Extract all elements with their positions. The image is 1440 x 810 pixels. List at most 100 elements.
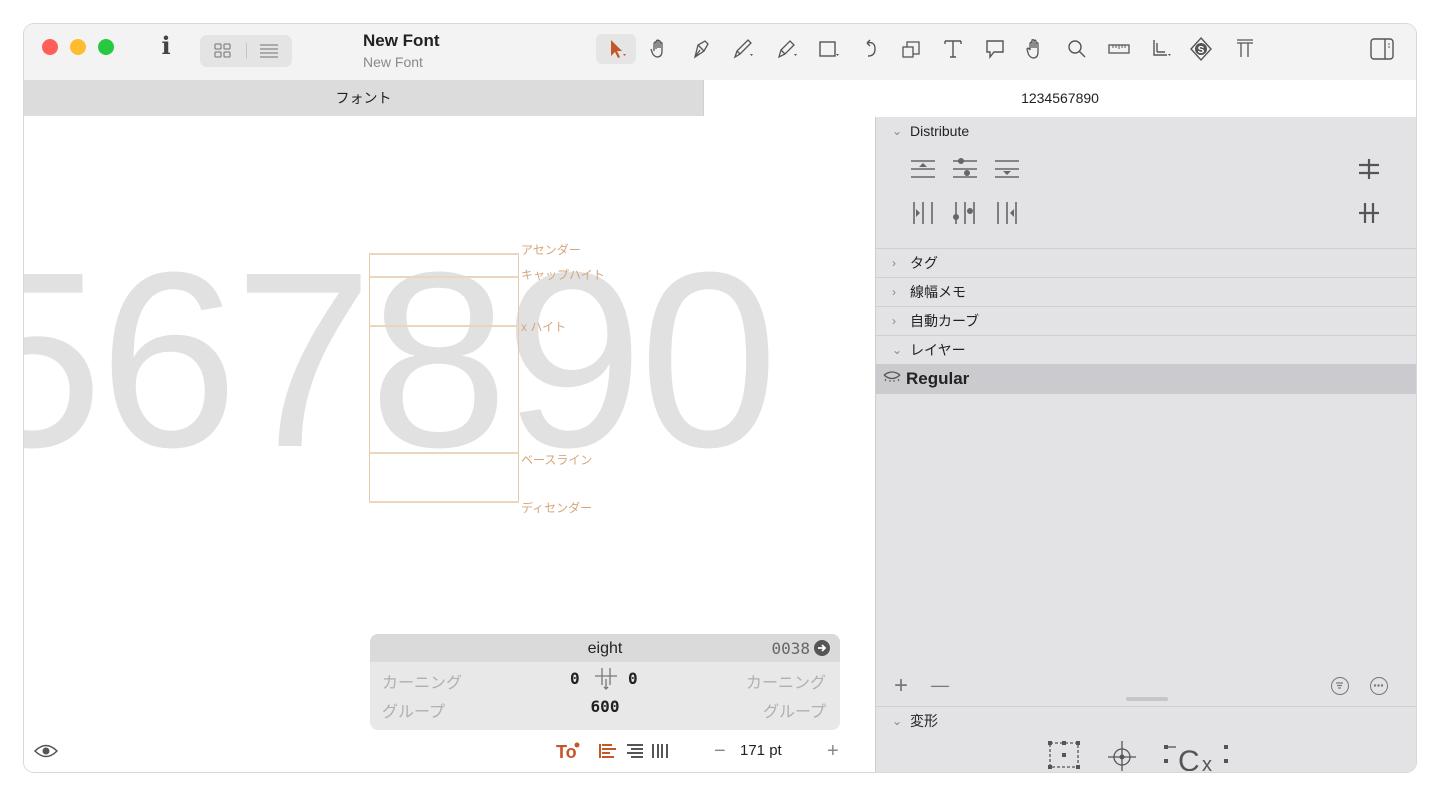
info-icon[interactable]: i <box>154 33 178 59</box>
tab-bar: フォント 1234567890 <box>24 80 1416 116</box>
distribute-horizontal-center-icon[interactable] <box>951 199 979 227</box>
section-title: Distribute <box>910 123 970 139</box>
rotate-icon[interactable] <box>856 34 886 64</box>
section-title: 線幅メモ <box>910 284 966 300</box>
cap-height-label: キャップハイト <box>521 268 605 282</box>
brush-icon[interactable] <box>772 34 802 64</box>
sidebar-toggle-icon[interactable] <box>1370 38 1394 60</box>
section-layers[interactable]: ⌄ レイヤー <box>876 336 1416 364</box>
glyph-unicode-field[interactable]: 0038 <box>771 639 810 658</box>
sidebearing-icon <box>592 665 620 691</box>
hand-icon[interactable] <box>1020 34 1050 64</box>
edit-canvas[interactable]: 567890 アセンダー キャップハイト x ハイト ベースライン ディセンダー… <box>24 117 874 772</box>
chevron-down-icon: ⌄ <box>892 343 903 357</box>
minimize-window-button[interactable] <box>70 39 86 55</box>
glyph-width-value[interactable]: 600 <box>370 697 840 716</box>
x-height-label: x ハイト <box>521 320 567 334</box>
rectangle-icon[interactable] <box>814 34 844 64</box>
section-title: タグ <box>910 255 938 271</box>
svg-text:x: x <box>1202 754 1212 771</box>
section-title: 変形 <box>910 713 938 729</box>
select-tool-icon[interactable] <box>596 34 636 64</box>
bounding-box-transform-icon[interactable] <box>1044 737 1084 771</box>
distribute-right-icon[interactable] <box>993 199 1021 227</box>
document-title: New Font <box>363 31 440 50</box>
descender-line <box>369 501 519 503</box>
zoom-window-button[interactable] <box>98 39 114 55</box>
chevron-right-icon: › <box>892 285 896 299</box>
chevron-down-icon: ⌄ <box>892 714 903 728</box>
distribute-left-icon[interactable] <box>909 199 937 227</box>
ascender-line <box>369 253 519 255</box>
section-title: レイヤー <box>910 342 966 358</box>
pen-icon[interactable] <box>686 34 716 64</box>
dollar-icon[interactable]: S <box>1186 34 1216 64</box>
hand-draw-icon[interactable] <box>644 34 674 64</box>
zoom-in-button[interactable]: + <box>827 740 839 763</box>
crosshair-origin-icon[interactable] <box>1102 737 1142 771</box>
tab-glyphs-text[interactable]: 1234567890 <box>703 80 1416 116</box>
layer-tool-icon[interactable] <box>1146 34 1176 64</box>
canvas-bottom-bar: To − 171 pt + <box>24 737 874 772</box>
zoom-out-button[interactable]: − <box>714 740 726 763</box>
arrow-right-circle-icon[interactable] <box>814 640 830 656</box>
text-icon[interactable] <box>938 34 968 64</box>
distribute-top-icon[interactable] <box>909 155 937 183</box>
distribute-bottom-icon[interactable] <box>993 155 1021 183</box>
vertical-text-icon[interactable] <box>650 740 670 762</box>
text-options-icon[interactable]: To <box>556 740 580 762</box>
zoom-icon[interactable] <box>1062 34 1092 64</box>
section-title: 自動カーブ <box>910 313 980 329</box>
section-transform[interactable]: ⌄ 変形 <box>876 707 1416 735</box>
tab-font[interactable]: フォント <box>24 80 703 116</box>
svg-text:C: C <box>1178 745 1200 771</box>
cx-transform-icon[interactable]: Cx <box>1162 737 1232 772</box>
scale-icon[interactable] <box>896 34 926 64</box>
ascender-label: アセンダー <box>521 243 581 257</box>
svg-text:S: S <box>1198 45 1205 56</box>
list-view-icon[interactable] <box>246 35 292 67</box>
x-height-line <box>369 325 519 327</box>
layer-row-regular[interactable]: Regular <box>876 364 1416 394</box>
right-kerning-group-field[interactable]: カーニング <box>746 669 826 693</box>
zoom-level[interactable]: 171 pt <box>740 742 782 759</box>
pencil-icon[interactable] <box>728 34 758 64</box>
section-auto-kern[interactable]: › 自動カーブ <box>876 307 1416 335</box>
toolbar: i New Font New Font S <box>24 24 1416 80</box>
remove-layer-button[interactable]: — <box>931 675 949 696</box>
add-layer-button[interactable]: + <box>894 672 908 700</box>
section-stroke-memo[interactable]: › 線幅メモ <box>876 278 1416 306</box>
chevron-right-icon: › <box>892 314 896 328</box>
distribute-vertical-spacing-icon[interactable] <box>1355 155 1383 183</box>
align-left-icon[interactable] <box>598 740 618 762</box>
grid-view-icon[interactable] <box>200 35 246 67</box>
baseline-label: ベースライン <box>521 453 593 467</box>
distribute-center-icon[interactable] <box>951 155 979 183</box>
eye-icon[interactable] <box>33 741 59 761</box>
descender-label: ディセンダー <box>521 501 593 515</box>
layer-visibility-icon[interactable] <box>882 370 902 389</box>
annotation-icon[interactable] <box>980 34 1010 64</box>
glyph-bounding-box <box>369 253 519 503</box>
right-sidebearing-value[interactable]: 0 <box>628 669 638 688</box>
close-window-button[interactable] <box>42 39 58 55</box>
chevron-right-icon: › <box>892 256 896 270</box>
more-options-icon[interactable] <box>1370 677 1388 695</box>
document-subtitle: New Font <box>363 54 423 70</box>
left-kerning-group-field[interactable]: カーニング <box>382 669 462 693</box>
section-distribute[interactable]: ⌄ Distribute <box>876 117 1416 145</box>
left-sidebearing-value[interactable]: 0 <box>570 669 580 688</box>
measure-icon[interactable] <box>1104 34 1134 64</box>
cap-height-line <box>369 276 519 278</box>
section-tags[interactable]: › タグ <box>876 249 1416 277</box>
svg-text:To: To <box>556 742 577 762</box>
resize-handle[interactable] <box>1126 697 1168 701</box>
distribute-horizontal-spacing-icon[interactable] <box>1355 199 1383 227</box>
align-right-icon[interactable] <box>625 740 645 762</box>
view-mode-segmented <box>200 35 292 67</box>
chevron-down-icon: ⌄ <box>892 124 903 138</box>
glyph-name-field[interactable]: eight <box>370 640 840 658</box>
baseline-line <box>369 452 519 454</box>
kerning-tool-icon[interactable] <box>1230 34 1260 64</box>
filter-icon[interactable] <box>1331 677 1349 695</box>
